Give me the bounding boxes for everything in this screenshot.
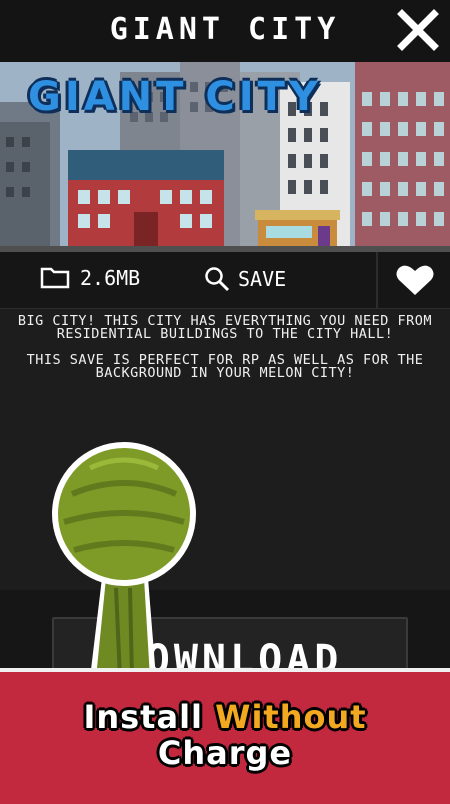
search-icon <box>205 267 230 292</box>
city-banner-image: GIANT CITY <box>0 62 450 252</box>
close-icon[interactable] <box>396 8 440 52</box>
description-para-2: THIS SAVE IS PERFECT FOR RP AS WELL AS F… <box>26 352 424 381</box>
save-button[interactable]: SAVE <box>204 266 286 292</box>
divider <box>376 252 378 308</box>
page-title: GIANT CITY <box>109 12 341 47</box>
file-size: 2.6MB <box>40 266 140 290</box>
description-para-1: BIG CITY! THIS CITY HAS EVERYTHING YOU N… <box>17 313 433 342</box>
save-label: SAVE <box>238 267 287 291</box>
description: BIG CITY! THIS CITY HAS EVERYTHING YOU N… <box>0 313 450 393</box>
melon-character-illustration <box>52 442 196 678</box>
promo-without: Without <box>215 698 367 736</box>
info-bar: 2.6MB SAVE <box>0 252 450 309</box>
promo-line-1: Install Without <box>0 698 450 736</box>
banner-logo-text: GIANT CITY <box>28 74 322 120</box>
promo-banner: Install Without Charge <box>0 668 450 804</box>
promo-line-2: Charge <box>157 734 293 772</box>
folder-icon <box>40 267 70 289</box>
file-size-label: 2.6MB <box>80 266 141 290</box>
promo-install: Install <box>83 698 203 736</box>
top-bar: GIANT CITY <box>0 0 450 62</box>
heart-icon[interactable] <box>396 264 434 296</box>
